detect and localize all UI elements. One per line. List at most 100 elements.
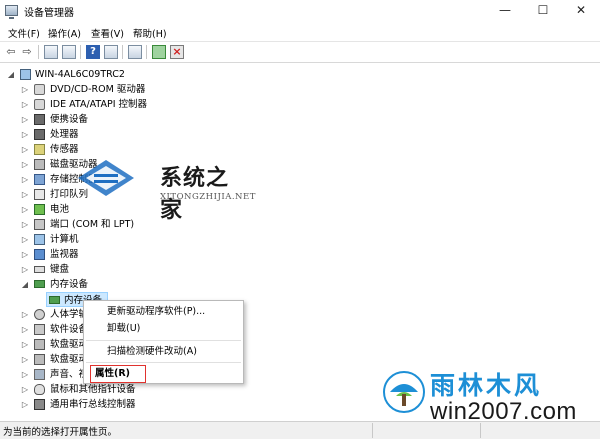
tree-item-keyboard[interactable]: ▷ 键盘 [20,262,220,277]
forward-arrow-icon[interactable]: ⇨ [20,45,34,59]
properties-window-icon[interactable] [44,45,58,59]
tree-item-monitor[interactable]: ▷ 监视器 [20,247,220,262]
menu-properties[interactable]: 属性(R) [90,365,146,383]
expand-arrow-icon[interactable]: ▷ [20,322,30,337]
expand-arrow-icon[interactable]: ▷ [20,217,30,232]
tree-item-usb[interactable]: ▷ 通用串行总线控制器 [20,397,220,412]
status-divider [372,423,373,438]
tree-item-label: IDE ATA/ATAPI 控制器 [50,99,148,110]
expand-arrow-icon[interactable]: ▷ [20,142,30,157]
watermark-xitongzhijia: 系统之家 XITONGZHIJIA.NET [40,148,255,223]
toolbar: ⇦ ⇨ ? × [0,42,600,63]
port-icon [34,219,45,230]
tree-item-label: 便携设备 [50,114,89,125]
context-menu: 更新驱动程序软件(P)... 卸载(U) 扫描检测硬件改动(A) 属性(R) [83,300,244,384]
toolbar-divider [122,45,123,59]
expand-arrow-icon[interactable]: ▷ [20,352,30,367]
expand-arrow-icon[interactable]: ▷ [20,247,30,262]
expand-arrow-icon[interactable]: ▷ [20,397,30,412]
tree-item-label: 鼠标和其他指针设备 [50,384,136,395]
computer-icon [20,69,31,80]
expand-arrow-icon[interactable]: ▷ [20,337,30,352]
floppy-icon [34,339,45,350]
title-bar: 设备管理器 — ☐ ✕ [0,0,600,22]
memory-icon [34,280,45,288]
menu-update-driver[interactable]: 更新驱动程序软件(P)... [107,303,205,321]
collapse-arrow-icon[interactable]: ◢ [20,277,30,292]
tree-item-dvd[interactable]: ▷ DVD/CD-ROM 驱动器 [20,82,220,97]
watermark-site-url: XITONGZHIJIA.NET [160,192,256,202]
scan-hardware-icon[interactable] [128,45,142,59]
tree-item-label: DVD/CD-ROM 驱动器 [50,84,146,95]
expand-arrow-icon[interactable]: ▷ [20,202,30,217]
portable-device-icon [34,114,45,125]
expand-arrow-icon[interactable]: ▷ [20,262,30,277]
help-icon[interactable]: ? [86,45,100,59]
tree-item-ide[interactable]: ▷ IDE ATA/ATAPI 控制器 [20,97,220,112]
device-list-icon[interactable] [62,45,76,59]
toolbar-divider [38,45,39,59]
expand-arrow-icon[interactable]: ▷ [20,112,30,127]
tree-item-label: 处理器 [50,129,79,140]
mouse-icon [34,384,45,395]
tree-root[interactable]: ◢ WIN-4AL6C09TRC2 [4,67,204,82]
expand-arrow-icon[interactable]: ▷ [20,127,30,142]
toolbar-divider [146,45,147,59]
expand-arrow-icon[interactable]: ▷ [20,232,30,247]
expand-arrow-icon[interactable]: ▷ [20,97,30,112]
keyboard-icon [34,266,45,273]
menu-action[interactable]: 操作(A) [48,26,81,40]
menu-file[interactable]: 文件(F) [8,26,40,40]
tree-item-memory[interactable]: ◢ 内存设备 [20,277,220,292]
ylmf-logo-icon [383,371,425,413]
tree-item-portable[interactable]: ▷ 便携设备 [20,112,220,127]
toolbar-divider [80,45,81,59]
expand-arrow-icon[interactable]: ▷ [20,187,30,202]
menu-scan-hardware[interactable]: 扫描检测硬件改动(A) [107,343,197,361]
expand-arrow-icon[interactable]: ▷ [20,382,30,397]
computer-icon [34,234,45,245]
window-title: 设备管理器 [24,8,74,19]
show-hide-pane-icon[interactable] [104,45,118,59]
expand-arrow-icon[interactable]: ▷ [20,82,30,97]
menu-divider [86,340,241,341]
tree-item-label: 内存设备 [50,279,89,290]
menu-bar: 文件(F) 操作(A) 查看(V) 帮助(H) [0,23,600,42]
sound-icon [34,369,45,380]
back-arrow-icon[interactable]: ⇦ [4,45,18,59]
tree-item-mouse[interactable]: ▷ 鼠标和其他指针设备 [20,382,220,397]
minimize-button[interactable]: — [486,0,524,22]
processor-icon [34,129,45,140]
usb-controller-icon [34,399,45,410]
watermark-brand-name: 雨林木风 [430,371,543,400]
ide-controller-icon [34,99,45,110]
watermark-brand-url: win2007.com [430,398,577,425]
memory-icon [49,296,60,304]
collapse-arrow-icon[interactable]: ◢ [6,67,16,82]
tree-item-computer[interactable]: ▷ 计算机 [20,232,220,247]
menu-divider [86,362,241,363]
expand-arrow-icon[interactable]: ▷ [20,157,30,172]
uninstall-device-icon[interactable]: × [170,45,184,59]
monitor-icon [34,249,45,260]
menu-help[interactable]: 帮助(H) [133,26,167,40]
status-text: 为当前的选择打开属性页。 [3,427,118,438]
expand-arrow-icon[interactable]: ▷ [20,367,30,382]
tree-item-label: 端口 (COM 和 LPT) [50,219,135,230]
floppy-controller-icon [34,354,45,365]
maximize-button[interactable]: ☐ [524,0,562,22]
tree-item-label: 键盘 [50,264,70,275]
close-button[interactable]: ✕ [562,0,600,22]
hid-icon [34,309,45,320]
tree-item-label: 监视器 [50,249,79,260]
tree-item-processor[interactable]: ▷ 处理器 [20,127,220,142]
tree-item-label: 计算机 [50,234,79,245]
menu-view[interactable]: 查看(V) [91,26,124,40]
expand-arrow-icon[interactable]: ▷ [20,307,30,322]
update-driver-icon[interactable] [152,45,166,59]
dvd-drive-icon [34,84,45,95]
device-manager-icon [5,5,18,19]
expand-arrow-icon[interactable]: ▷ [20,172,30,187]
xitongzhijia-logo-icon [78,160,134,196]
menu-uninstall[interactable]: 卸载(U) [107,320,140,338]
